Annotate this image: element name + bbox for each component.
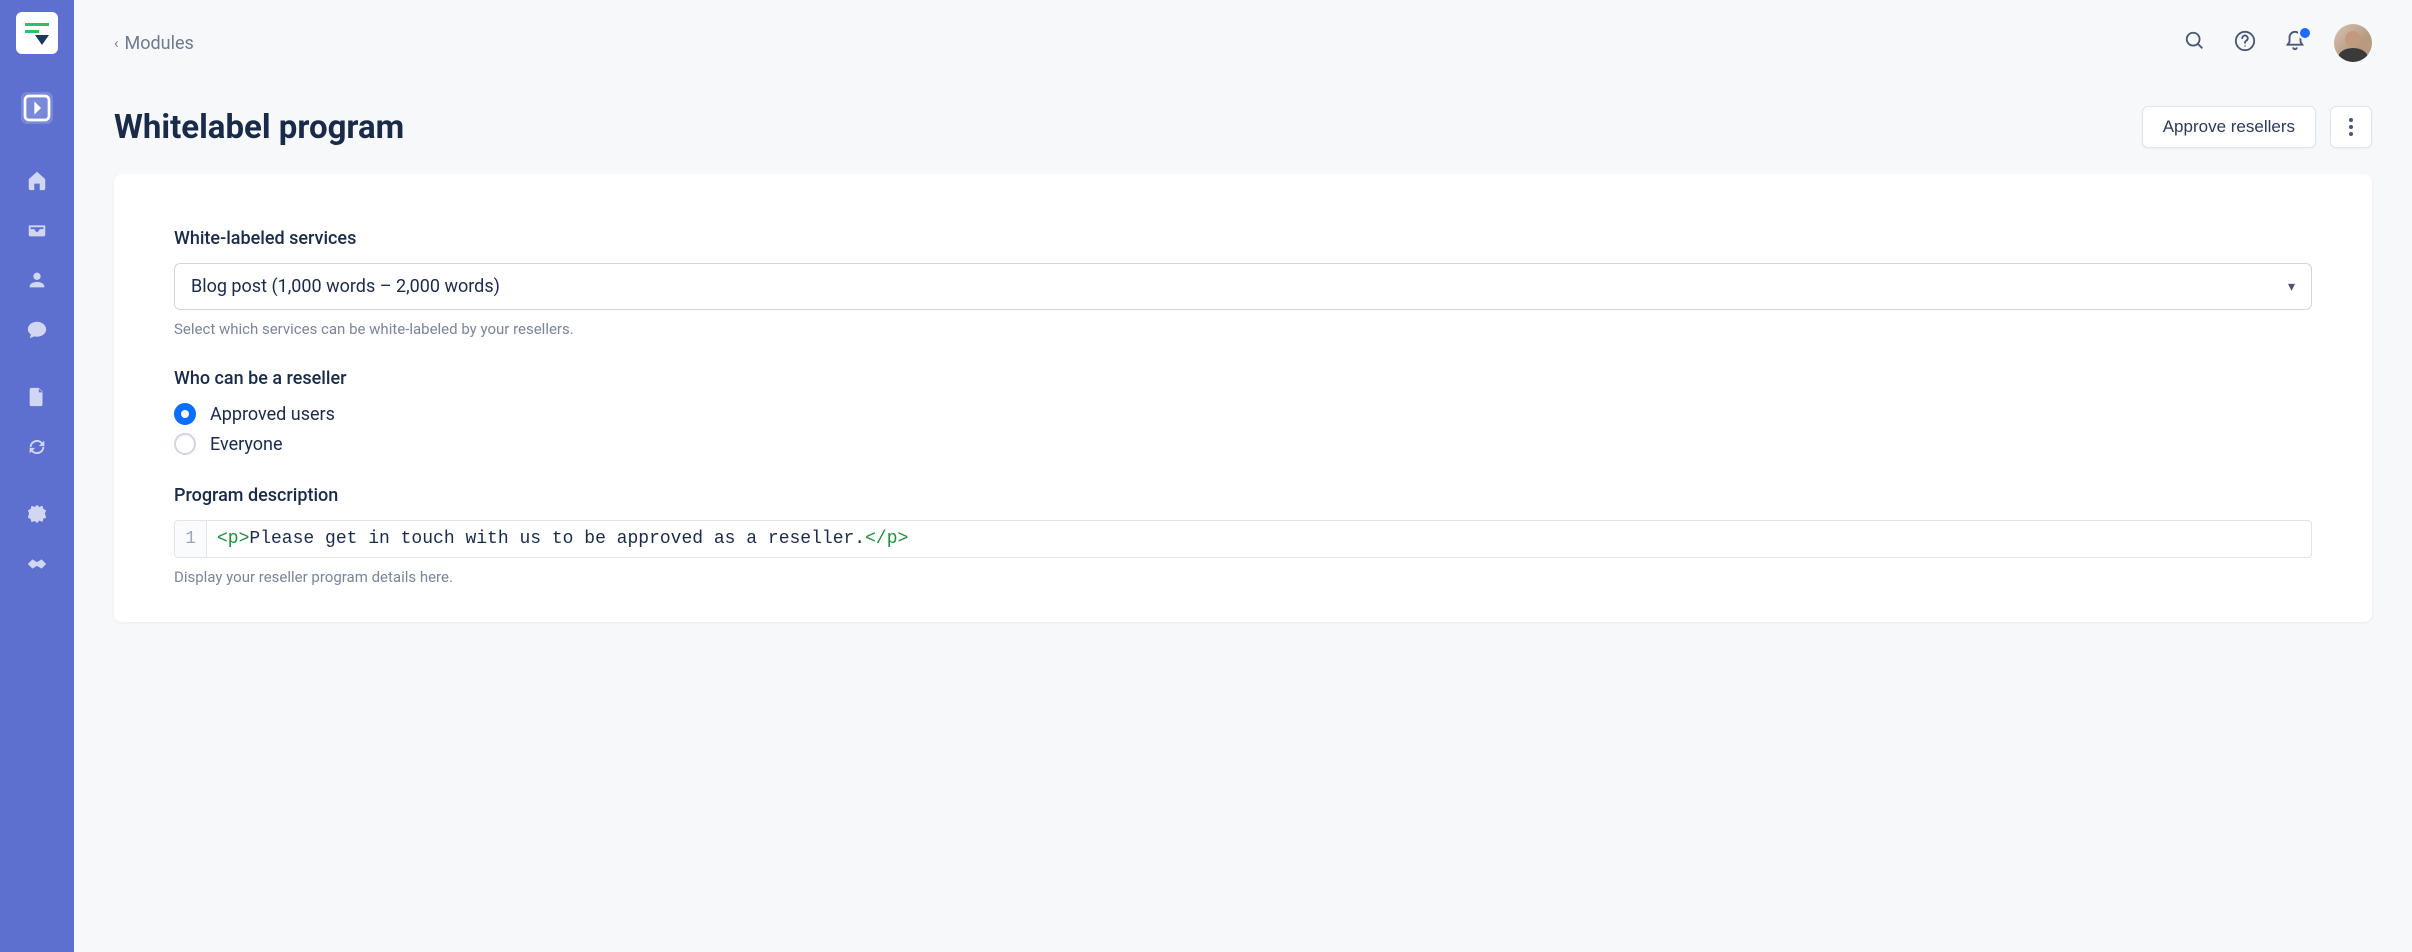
radio-indicator [174, 403, 196, 425]
chat-icon[interactable] [26, 319, 48, 341]
top-actions [2184, 24, 2372, 62]
main-content: ‹ Modules Whitelabel program App [74, 0, 2412, 952]
services-help: Select which services can be white-label… [174, 320, 2312, 338]
handshake-icon[interactable] [26, 553, 48, 575]
app-logo[interactable] [16, 12, 58, 54]
badge-icon[interactable] [26, 503, 48, 525]
page-header: Whitelabel program Approve resellers [114, 106, 2372, 148]
reseller-label: Who can be a reseller [174, 368, 2312, 389]
avatar[interactable] [2334, 24, 2372, 62]
search-icon[interactable] [2184, 30, 2206, 56]
chevron-down-icon: ▾ [2288, 279, 2295, 295]
radio-indicator [174, 433, 196, 455]
page-title: Whitelabel program [114, 108, 404, 147]
home-icon[interactable] [26, 169, 48, 191]
bell-icon[interactable] [2284, 30, 2306, 56]
help-icon[interactable] [2234, 30, 2256, 56]
breadcrumb-label: Modules [125, 33, 194, 54]
dots-vertical-icon [2349, 118, 2353, 136]
breadcrumb[interactable]: ‹ Modules [114, 33, 194, 54]
sync-icon[interactable] [26, 436, 48, 458]
services-label: White-labeled services [174, 228, 2312, 249]
services-field: White-labeled services Blog post (1,000 … [174, 228, 2312, 338]
approve-resellers-button[interactable]: Approve resellers [2142, 106, 2316, 148]
more-actions-button[interactable] [2330, 106, 2372, 148]
editor-gutter: 1 [175, 521, 207, 557]
services-select[interactable]: Blog post (1,000 words – 2,000 words) ▾ [174, 263, 2312, 310]
topbar: ‹ Modules [114, 24, 2372, 62]
inbox-icon[interactable] [26, 219, 48, 241]
user-icon[interactable] [26, 269, 48, 291]
document-icon[interactable] [26, 386, 48, 408]
description-label: Program description [174, 485, 2312, 506]
nav-enter-icon[interactable] [21, 92, 53, 124]
reseller-field: Who can be a reseller Approved users Eve… [174, 368, 2312, 455]
notification-badge [2298, 26, 2312, 40]
description-field: Program description 1 <p>Please get in t… [174, 485, 2312, 586]
description-editor[interactable]: 1 <p>Please get in touch with us to be a… [174, 520, 2312, 558]
services-selected-value: Blog post (1,000 words – 2,000 words) [191, 276, 500, 297]
editor-content: <p>Please get in touch with us to be app… [207, 521, 2311, 557]
sidebar [0, 0, 74, 952]
radio-label-everyone: Everyone [210, 434, 283, 455]
radio-label-approved: Approved users [210, 404, 335, 425]
description-help: Display your reseller program details he… [174, 568, 2312, 586]
settings-card: White-labeled services Blog post (1,000 … [114, 174, 2372, 622]
radio-approved-users[interactable]: Approved users [174, 403, 2312, 425]
chevron-left-icon: ‹ [114, 34, 119, 52]
radio-everyone[interactable]: Everyone [174, 433, 2312, 455]
